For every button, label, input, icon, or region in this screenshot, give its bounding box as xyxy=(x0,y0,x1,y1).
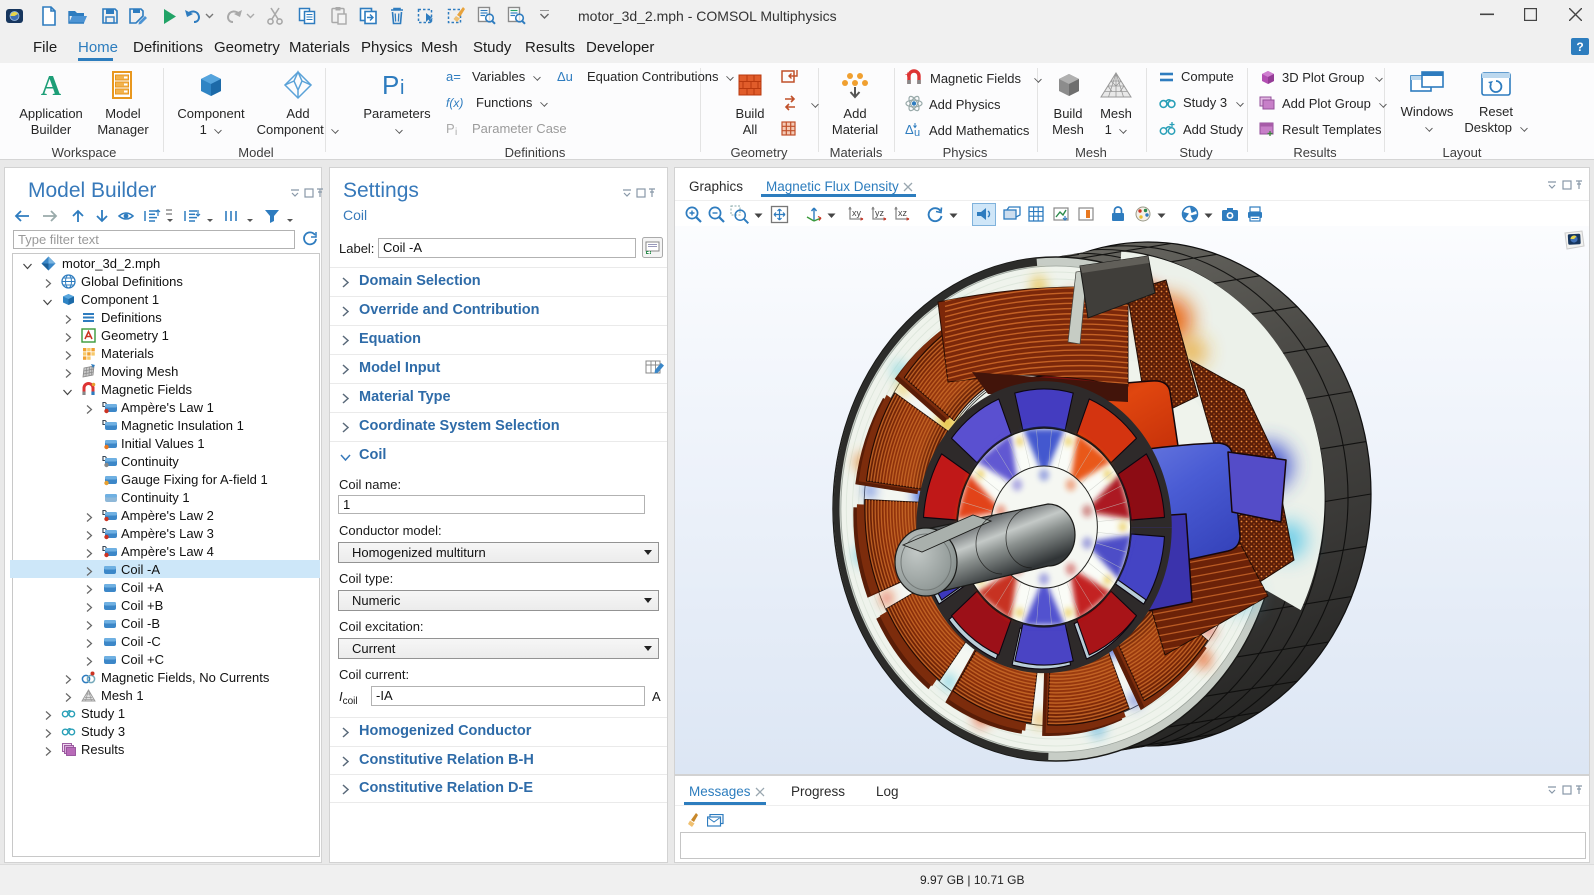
svg-text:Δ: Δ xyxy=(905,122,914,137)
svg-text:Δu: Δu xyxy=(557,69,573,84)
svg-text:P: P xyxy=(382,70,399,100)
svg-text:u: u xyxy=(914,127,920,138)
svg-text:i: i xyxy=(400,77,404,99)
svg-text:xy: xy xyxy=(852,208,862,218)
svg-text:yz: yz xyxy=(875,208,885,218)
svg-text:a=: a= xyxy=(446,69,461,84)
svg-text:P: P xyxy=(446,121,455,136)
svg-text:i: i xyxy=(455,127,457,136)
svg-text:f(x): f(x) xyxy=(446,96,463,110)
svg-text:xz: xz xyxy=(898,208,908,218)
svg-text:?: ? xyxy=(1576,40,1583,54)
svg-text:+: + xyxy=(905,70,910,79)
